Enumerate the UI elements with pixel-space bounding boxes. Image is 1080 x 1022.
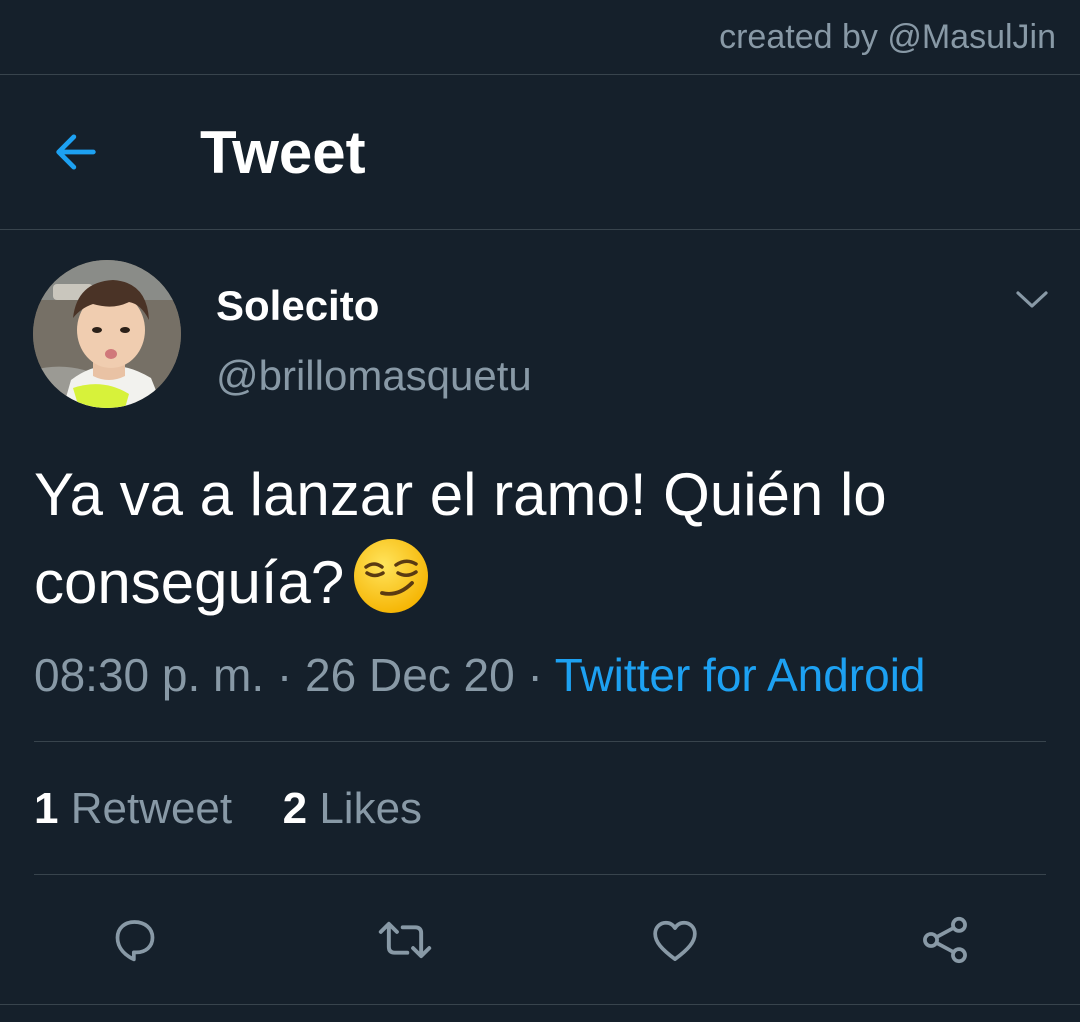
- share-icon: [923, 916, 967, 964]
- tweet-source-link[interactable]: Twitter for Android: [555, 649, 926, 701]
- stats-top-divider: [34, 741, 1046, 742]
- meta-separator: ·: [264, 649, 306, 701]
- tweet-text: Ya va a lanzar el ramo! Quién lo consegu…: [34, 461, 887, 617]
- tweet-date: 26 Dec 20: [305, 649, 515, 701]
- reply-button[interactable]: [103, 908, 167, 972]
- tweet-body: Ya va a lanzar el ramo! Quién lo consegu…: [34, 452, 1044, 637]
- back-button[interactable]: [44, 120, 108, 184]
- watermark-text: created by @MasulJin: [719, 18, 1056, 56]
- header-divider: [0, 229, 1080, 230]
- tweet-actions-bar: [0, 908, 1080, 972]
- smirking-face-icon: [352, 537, 430, 637]
- reply-icon: [115, 920, 155, 962]
- author-name[interactable]: Solecito: [216, 282, 379, 330]
- top-divider: [0, 74, 1080, 75]
- retweets-count: 1: [34, 784, 59, 833]
- share-button[interactable]: [913, 908, 977, 972]
- header-bar: Tweet: [0, 76, 1080, 228]
- bottom-divider: [0, 1004, 1080, 1005]
- heart-icon: [653, 920, 697, 961]
- arrow-left-icon: [56, 134, 96, 170]
- chevron-down-icon: [1016, 291, 1048, 308]
- retweets-label: Retweet: [70, 784, 233, 833]
- retweet-button[interactable]: [373, 908, 437, 972]
- tweet-metadata: 08:30 p. m. · 26 Dec 20 · Twitter for An…: [34, 648, 926, 702]
- avatar[interactable]: [33, 260, 181, 408]
- tweet-time: 08:30 p. m.: [34, 649, 265, 701]
- likes-label: Likes: [319, 784, 423, 833]
- like-button[interactable]: [643, 908, 707, 972]
- tweet-options-button[interactable]: [1010, 282, 1054, 318]
- avatar-photo: [33, 260, 181, 408]
- author-handle[interactable]: @brillomasquetu: [216, 352, 532, 400]
- meta-separator: ·: [514, 649, 555, 701]
- tweet-detail-screen: created by @MasulJin Tweet Solecito @bri…: [0, 0, 1080, 1022]
- stats-bottom-divider: [34, 874, 1046, 875]
- retweet-icon: [378, 921, 432, 959]
- page-title: Tweet: [200, 119, 366, 186]
- likes-stat[interactable]: 2 Likes: [283, 784, 422, 833]
- retweets-stat[interactable]: 1 Retweet: [34, 784, 232, 833]
- tweet-stats: 1 Retweet 2 Likes: [34, 784, 422, 834]
- likes-count: 2: [282, 784, 308, 833]
